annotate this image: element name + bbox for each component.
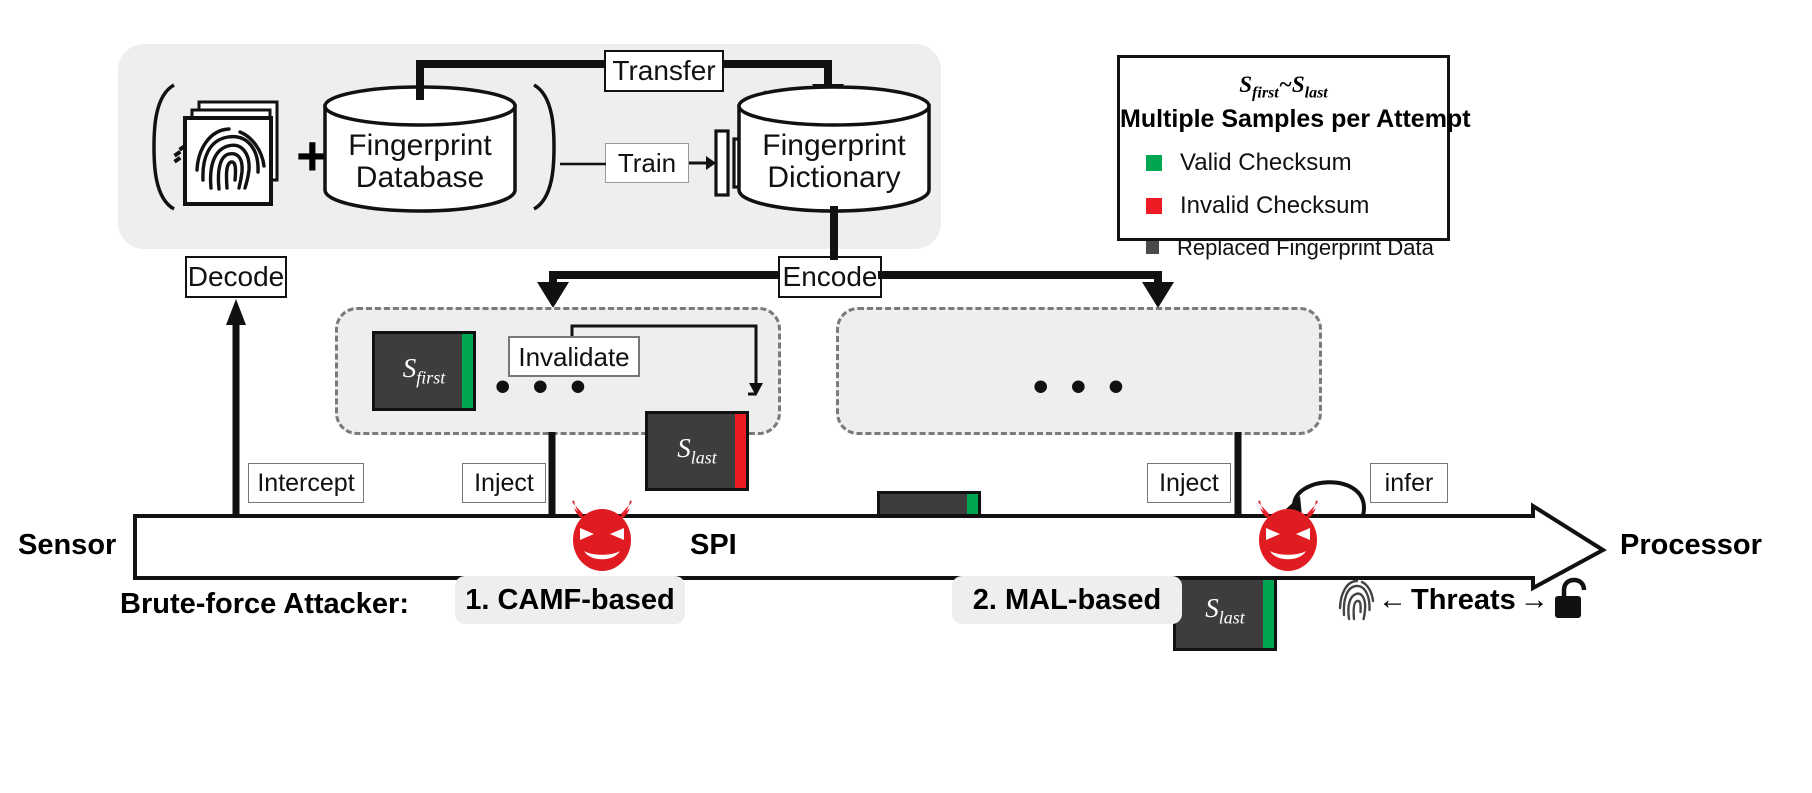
decode-label-box[interactable]: Decode [185, 256, 287, 298]
legend-title-math: Sfirst~Slast [1120, 72, 1447, 103]
encode-fork-right [878, 271, 1174, 308]
sample-id-base: S [677, 433, 691, 464]
connector-bracket-to-train [560, 162, 606, 166]
threats-label: Threats [1411, 583, 1516, 616]
camf-first-checksum-stripe [462, 334, 473, 408]
camf-sample-last: Slast [645, 411, 749, 491]
camf-based-chip-label: 1. CAMF-based [465, 583, 675, 616]
threats-row: ← Threats → [1338, 577, 1591, 622]
invalidate-label: Invalidate [518, 341, 630, 372]
brute-force-attacker-label: Brute-force Attacker: [120, 588, 409, 620]
legend-swatch-replaced [1146, 241, 1159, 255]
encode-label: Encode [782, 261, 878, 292]
camf-inject-label-box[interactable]: Inject [462, 463, 546, 503]
train-label: Train [617, 148, 677, 178]
fingerprint-icon [1338, 579, 1375, 621]
database-label-line2: Database [355, 161, 485, 195]
legend-item-invalid: Invalid Checksum [1146, 192, 1447, 220]
devil-face-icon [566, 494, 638, 572]
dictionary-to-encode-line [830, 206, 838, 260]
bracket-left [152, 83, 176, 211]
intercept-label: Intercept [257, 468, 355, 497]
spi-label: SPI [690, 529, 737, 561]
encode-label-box[interactable]: Encode [778, 256, 882, 298]
mal-based-chip[interactable]: 2. MAL-based [952, 576, 1182, 624]
mal-ellipsis: • • • [1033, 362, 1129, 411]
dictionary-label: Fingerprint Dictionary [736, 129, 932, 195]
sample-id-base: S [1205, 593, 1219, 624]
intercept-label-box[interactable]: Intercept [248, 463, 364, 503]
legend-item-replaced: Replaced Fingerprint Data [1146, 235, 1447, 261]
mal-inject-label-box[interactable]: Inject [1147, 463, 1231, 503]
camf-sample-first: Sfirst [372, 331, 476, 411]
processor-label: Processor [1620, 529, 1762, 561]
legend-s-first-sub: first [1252, 84, 1279, 102]
dictionary-label-line1: Fingerprint [762, 129, 906, 162]
legend-swatch-invalid [1146, 197, 1162, 214]
legend-label-valid: Valid Checksum [1180, 148, 1352, 176]
invalidate-label-box[interactable]: Invalidate [508, 336, 640, 377]
threats-right-arrow: → [1519, 583, 1549, 616]
mal-based-chip-label: 2. MAL-based [972, 583, 1162, 616]
diagram-canvas: + Fingerprint Database Train Transfer Fi… [0, 0, 1812, 793]
sample-id-sub: first [416, 367, 446, 388]
fingerprint-stack-icon [173, 100, 301, 210]
devil-face-icon [1252, 494, 1324, 572]
encode-fork-left [537, 271, 780, 308]
legend-item-valid: Valid Checksum [1146, 149, 1447, 177]
threats-left-arrow: ← [1378, 583, 1407, 616]
legend-subtitle: Multiple Samples per Attempt [1120, 104, 1471, 133]
dictionary-label-line2: Dictionary [767, 161, 901, 195]
camf-sample-last-label: Slast [677, 433, 717, 468]
decode-label: Decode [187, 261, 285, 292]
legend: Sfirst~Slast Multiple Samples per Attemp… [1117, 55, 1471, 260]
mal-sample-last-label: Slast [1205, 593, 1245, 628]
legend-s-last-sub: last [1304, 84, 1328, 102]
mal-inject-label: Inject [1159, 468, 1219, 497]
database-label: Fingerprint Database [322, 129, 518, 195]
sample-id-sub: last [1218, 607, 1245, 628]
database-label-line1: Fingerprint [348, 129, 492, 162]
arrow-train-to-autoencoder [689, 156, 716, 170]
sensor-label: Sensor [18, 529, 117, 561]
camf-sample-first-label: Sfirst [403, 353, 446, 388]
infer-label: infer [1384, 468, 1434, 497]
sample-id-sub: last [690, 447, 717, 468]
legend-tilde: ~S [1278, 72, 1305, 97]
fingerprint-dictionary: Fingerprint Dictionary [736, 84, 932, 213]
sample-id-base: S [402, 353, 417, 384]
legend-label-replaced: Replaced Fingerprint Data [1177, 234, 1434, 260]
camf-inject-label: Inject [474, 468, 534, 497]
legend-label-invalid: Invalid Checksum [1180, 191, 1370, 219]
train-label-box[interactable]: Train [605, 143, 689, 183]
camf-based-chip[interactable]: 1. CAMF-based [455, 576, 685, 624]
camf-last-checksum-stripe [735, 414, 746, 488]
legend-s-first-base: S [1239, 72, 1253, 97]
unlocked-padlock-icon [1553, 577, 1591, 622]
legend-swatch-valid [1146, 154, 1162, 171]
